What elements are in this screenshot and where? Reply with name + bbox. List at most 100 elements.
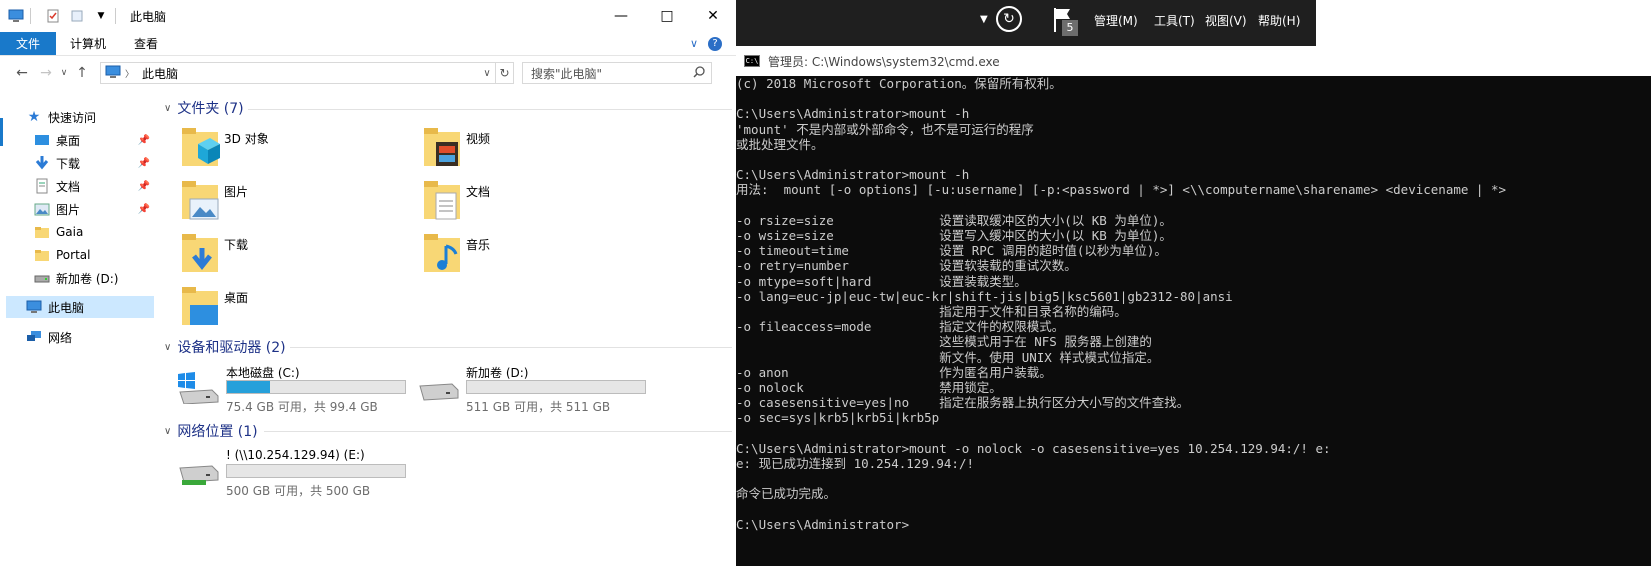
drive-space-info: 500 GB 可用，共 500 GB bbox=[226, 484, 371, 498]
pin-icon[interactable]: 📌 bbox=[138, 181, 150, 192]
drive-tile-c[interactable]: 本地磁盘 (C:) 75.4 GB 可用，共 99.4 GB bbox=[176, 364, 416, 414]
document-icon bbox=[34, 178, 50, 194]
close-button[interactable]: ✕ bbox=[690, 0, 736, 32]
pin-icon[interactable]: 📌 bbox=[138, 135, 150, 146]
refresh-icon[interactable]: ↻ bbox=[996, 6, 1022, 32]
right-area: ▼ ↻ 5 管理(M) 工具(T) 视图(V) 帮助(H) C:\ 管理员: C… bbox=[736, 0, 1651, 566]
address-bar[interactable]: 〉 此电脑 ∨ ↻ bbox=[100, 62, 514, 84]
tab-view[interactable]: 查看 bbox=[120, 32, 172, 55]
video-icon bbox=[422, 126, 462, 172]
drive-icon bbox=[34, 270, 50, 286]
menu-tools[interactable]: 工具(T) bbox=[1154, 12, 1195, 29]
console-line: -o anon 作为匿名用户装载。 bbox=[736, 364, 1052, 380]
drive-usage-fill bbox=[227, 381, 270, 393]
menu-help[interactable]: 帮助(H) bbox=[1258, 12, 1300, 29]
console-line: 命令已成功完成。 bbox=[736, 486, 837, 502]
sidebar-item-drive-d[interactable]: 新加卷 (D:) bbox=[0, 267, 154, 289]
sidebar-item-this-pc[interactable]: 此电脑 bbox=[6, 296, 154, 318]
sidebar-item-label: Gaia bbox=[56, 225, 84, 239]
notification-count-badge: 5 bbox=[1062, 20, 1078, 36]
refresh-icon[interactable]: ↻ bbox=[495, 63, 513, 83]
folder-tile-music[interactable]: 音乐 bbox=[422, 232, 652, 280]
chevron-down-icon[interactable]: ∨ bbox=[164, 342, 171, 353]
folder-tile-desktop[interactable]: 桌面 bbox=[180, 285, 410, 333]
console-line: 'mount' 不是内部或外部命令，也不是可运行的程序 bbox=[736, 121, 1034, 137]
sidebar-item-quick-access[interactable]: ★ 快速访问 bbox=[26, 106, 154, 128]
chevron-down-icon[interactable]: ∨ bbox=[164, 103, 171, 114]
sidebar-item-network[interactable]: 网络 bbox=[0, 326, 154, 348]
3d-objects-icon bbox=[180, 126, 220, 172]
maximize-button[interactable]: □ bbox=[644, 0, 690, 32]
folder-tile-pictures[interactable]: 图片 bbox=[180, 179, 410, 227]
group-header-drives[interactable]: ∨ 设备和驱动器 (2) bbox=[164, 337, 286, 357]
expand-ribbon-icon[interactable]: ∨ bbox=[690, 37, 698, 50]
console-line: e: 现已成功连接到 10.254.129.94:/! bbox=[736, 456, 975, 471]
console-line: -o mtype=soft|hard 设置装载类型。 bbox=[736, 273, 1027, 289]
search-icon[interactable] bbox=[693, 65, 705, 81]
group-header-label: 文件夹 (7) bbox=[177, 101, 244, 117]
group-header-network[interactable]: ∨ 网络位置 (1) bbox=[164, 421, 258, 441]
sidebar-item-label: 快速访问 bbox=[48, 110, 97, 125]
quick-access-dropdown-icon[interactable]: ▼ bbox=[93, 8, 109, 24]
folder-tile-documents[interactable]: 文档 bbox=[422, 179, 652, 227]
menu-view[interactable]: 视图(V) bbox=[1205, 12, 1247, 29]
console-line: C:\Users\Administrator>mount -h bbox=[736, 106, 970, 122]
cmd-console[interactable]: (c) 2018 Microsoft Corporation。保留所有权利。 C:… bbox=[736, 76, 1651, 566]
music-icon bbox=[422, 232, 462, 278]
sidebar-item-label: 此电脑 bbox=[48, 300, 85, 315]
pin-icon[interactable]: 📌 bbox=[138, 158, 150, 169]
breadcrumb[interactable]: 此电脑 bbox=[142, 65, 178, 82]
forward-arrow-icon[interactable]: → bbox=[34, 65, 58, 81]
console-line: -o wsize=size 设置写入缓冲区的大小(以 KB 为单位)。 bbox=[736, 228, 1172, 243]
properties-icon[interactable] bbox=[45, 8, 61, 24]
chevron-down-icon[interactable]: ∨ bbox=[164, 426, 171, 437]
back-arrow-icon[interactable]: ← bbox=[10, 65, 34, 81]
new-folder-icon[interactable] bbox=[69, 8, 85, 24]
sidebar-item-downloads[interactable]: 下载 📌 bbox=[0, 152, 154, 174]
tab-computer[interactable]: 计算机 bbox=[56, 32, 120, 55]
search-box[interactable]: 搜索"此电脑" bbox=[522, 62, 712, 84]
pin-icon[interactable]: 📌 bbox=[138, 204, 150, 215]
drive-tile-d[interactable]: 新加卷 (D:) 511 GB 可用，共 511 GB bbox=[416, 364, 656, 414]
download-icon bbox=[34, 155, 50, 171]
help-icon[interactable]: ? bbox=[708, 36, 722, 51]
desktop-icon bbox=[34, 132, 50, 148]
sidebar-item-gaia[interactable]: Gaia bbox=[0, 221, 154, 243]
document-icon bbox=[422, 179, 462, 225]
group-header-label: 设备和驱动器 (2) bbox=[177, 340, 286, 356]
folder-tile-downloads[interactable]: 下载 bbox=[180, 232, 410, 280]
desktop-icon bbox=[180, 285, 220, 331]
network-drive-tile-e[interactable]: ! (\\10.254.129.94) (E:) 500 GB 可用，共 500… bbox=[176, 448, 416, 498]
breadcrumb-arrow-icon[interactable]: 〉 bbox=[125, 67, 134, 80]
titlebar-separator bbox=[115, 8, 116, 24]
up-arrow-icon[interactable]: ↑ bbox=[70, 65, 94, 81]
address-dropdown-icon[interactable]: ∨ bbox=[479, 68, 495, 79]
group-divider bbox=[248, 109, 732, 110]
sidebar-item-desktop[interactable]: 桌面 📌 bbox=[0, 129, 154, 151]
nav-scroll-indicator[interactable] bbox=[0, 118, 3, 146]
console-line: -o rsize=size 设置读取缓冲区的大小(以 KB 为单位)。 bbox=[736, 212, 1172, 228]
cmd-icon: C:\ bbox=[744, 55, 760, 67]
console-line: -o sec=sys|krb5|krb5i|krb5p bbox=[736, 410, 940, 426]
sidebar-item-portal[interactable]: Portal bbox=[0, 244, 154, 266]
search-input[interactable]: 搜索"此电脑" bbox=[531, 65, 602, 82]
recent-locations-icon[interactable]: ∨ bbox=[58, 68, 70, 78]
console-line: 这些模式用于在 NFS 服务器上创建的 bbox=[736, 334, 1152, 350]
computer-icon bbox=[8, 8, 24, 24]
console-line: -o lang=euc-jp|euc-tw|euc-kr|shift-jis|b… bbox=[736, 288, 1233, 304]
file-explorer-window: ▼ 此电脑 — □ ✕ 文件 计算机 查看 ∨ ? ← → ∨ ↑ 〉 此电脑 … bbox=[0, 0, 736, 566]
console-line: (c) 2018 Microsoft Corporation。保留所有权利。 bbox=[736, 76, 1062, 91]
tab-file[interactable]: 文件 bbox=[0, 32, 57, 55]
folder-tile-3d-objects[interactable]: 3D 对象 bbox=[180, 126, 410, 174]
navigation-pane: ★ 快速访问 桌面 📌 下载 📌 文档 📌 图片 📌 Gaia Portal 新… bbox=[0, 100, 158, 566]
sidebar-item-documents[interactable]: 文档 📌 bbox=[0, 175, 154, 197]
group-header-folders[interactable]: ∨ 文件夹 (7) bbox=[164, 98, 244, 118]
minimize-button[interactable]: — bbox=[598, 0, 644, 32]
sidebar-item-pictures[interactable]: 图片 📌 bbox=[0, 198, 154, 220]
menu-manage[interactable]: 管理(M) bbox=[1094, 12, 1138, 29]
console-line: 用法: mount [-o options] [-u:username] [-p… bbox=[736, 182, 1507, 198]
folder-tile-videos[interactable]: 视频 bbox=[422, 126, 652, 174]
group-divider bbox=[290, 347, 732, 348]
dropdown-arrow-icon[interactable]: ▼ bbox=[980, 14, 988, 25]
sidebar-item-label: 下载 bbox=[56, 156, 81, 171]
